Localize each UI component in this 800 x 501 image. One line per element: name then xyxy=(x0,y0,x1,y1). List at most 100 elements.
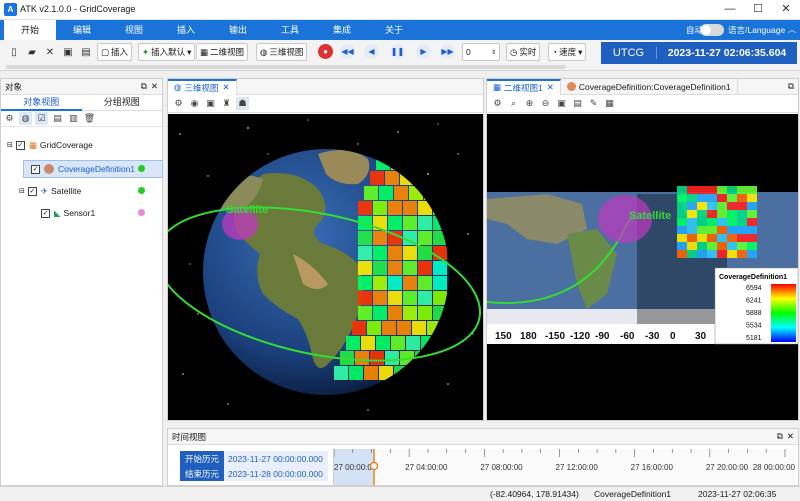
globe-canvas[interactable]: Satellite xyxy=(168,114,483,420)
settings-icon[interactable]: ⚙ xyxy=(172,97,185,110)
toolbar-scrollbar[interactable] xyxy=(6,65,566,69)
camera-icon[interactable]: ▣ xyxy=(204,97,217,110)
new-file-icon[interactable]: ▯ xyxy=(6,43,22,61)
zoom-in-icon[interactable]: ⊕ xyxy=(523,97,536,110)
eye-icon[interactable]: ◉ xyxy=(188,97,201,110)
tree-item-satellite[interactable]: ⊟ ✓ ✈ Satellite xyxy=(19,183,81,199)
lon-tick-label: 30 xyxy=(695,331,707,342)
grid-cell xyxy=(418,216,432,230)
settings-icon[interactable]: ⚙ xyxy=(3,112,16,125)
checkbox[interactable]: ✓ xyxy=(41,208,50,218)
menu-view[interactable]: 视图 xyxy=(108,20,160,40)
grid-cell xyxy=(687,250,697,258)
grid-cell xyxy=(421,156,435,170)
zoom-out-icon[interactable]: ⊖ xyxy=(539,97,552,110)
maximize-button[interactable]: ☐ xyxy=(744,0,772,20)
pattern-icon[interactable]: ▦ xyxy=(603,97,616,110)
zoom-fit-icon[interactable]: ⌕ xyxy=(507,97,520,110)
panel-close-icon[interactable]: ✕ xyxy=(787,431,794,442)
float-icon[interactable]: ⧉ xyxy=(788,81,794,92)
brush-icon[interactable]: ✎ xyxy=(587,97,600,110)
stop-button[interactable]: ● xyxy=(318,44,333,59)
float-icon[interactable]: ⧉ xyxy=(141,81,147,92)
cursor-coordinates: (-82.40964, 178.91434) xyxy=(490,489,579,499)
collapse-icon[interactable]: ︿ xyxy=(788,24,796,35)
menu-insert[interactable]: 插入 xyxy=(160,20,212,40)
view3d-button[interactable]: ◍ 三维视图 xyxy=(256,43,308,61)
grid-cell xyxy=(370,171,384,185)
grid-cell xyxy=(747,250,757,258)
minimize-button[interactable]: — xyxy=(716,0,744,20)
satellite-view-icon[interactable]: ♜ xyxy=(220,97,233,110)
view2d-button[interactable]: ▦ 二维视图 xyxy=(196,43,249,61)
delete-icon[interactable]: 🗑 xyxy=(83,112,96,125)
grid-cell xyxy=(379,186,393,200)
close-button[interactable]: ✕ xyxy=(772,0,800,20)
tab-view3d[interactable]: ◍ 三维视图 ✕ xyxy=(168,78,237,95)
menu-about[interactable]: 关于 xyxy=(368,20,420,40)
grid-cell xyxy=(406,336,420,350)
tree-item-sensor[interactable]: ✓ ◣ Sensor1 xyxy=(41,205,95,221)
rewind-button[interactable]: ◀◀ xyxy=(340,44,355,59)
autosave-toggle[interactable] xyxy=(700,24,724,36)
tab-group-view[interactable]: 分组视图 xyxy=(82,95,163,111)
save-as-icon[interactable]: ▤ xyxy=(78,43,94,61)
grid-cell xyxy=(737,234,747,242)
settings-icon[interactable]: ⚙ xyxy=(491,97,504,110)
earth-view-icon[interactable]: ☗ xyxy=(236,97,249,110)
save-icon[interactable]: ▣ xyxy=(60,43,76,61)
menu-output[interactable]: 输出 xyxy=(212,20,264,40)
timeline-track[interactable]: 27 00:00:00 27 04:00:00 27 08:00:00 27 12:0… xyxy=(333,449,796,485)
language-label[interactable]: 语言/Language xyxy=(728,24,785,36)
lon-tick-label: 180 xyxy=(520,331,537,342)
lon-tick-label: -90 xyxy=(595,331,610,342)
grid-cell xyxy=(349,366,363,380)
insert-default-button[interactable]: ✦ 插入默认 ▾ xyxy=(138,43,196,61)
play-button[interactable]: ▶ xyxy=(416,44,431,59)
step-back-button[interactable]: ◀ xyxy=(364,44,379,59)
tab-view2d[interactable]: ▦ 二维视图1 ✕ xyxy=(487,78,561,95)
grid-cell xyxy=(373,276,387,290)
step-input[interactable]: 0 ⇕ xyxy=(462,43,500,61)
checkbox[interactable]: ✓ xyxy=(31,164,40,174)
paste-icon[interactable]: ▥ xyxy=(67,112,80,125)
float-icon[interactable]: ⧉ xyxy=(777,431,783,442)
menu-edit[interactable]: 编辑 xyxy=(56,20,108,40)
checkbox[interactable]: ✓ xyxy=(27,186,37,196)
grid-cell xyxy=(747,234,757,242)
export-icon[interactable]: ▤ xyxy=(571,97,584,110)
realtime-button[interactable]: ◷ 实时 xyxy=(506,43,541,61)
pause-button[interactable]: ❚❚ xyxy=(390,44,405,59)
menu-tools[interactable]: 工具 xyxy=(264,20,316,40)
speed-button[interactable]: ◔ 速度 ▾ xyxy=(548,43,587,61)
tree-item-coverage[interactable]: ✓ CoverageDefinition1 xyxy=(31,161,135,177)
globe-filter-icon[interactable]: ◍ xyxy=(19,112,32,125)
check-all-icon[interactable]: ☑ xyxy=(35,112,48,125)
checkbox[interactable]: ✓ xyxy=(15,140,25,150)
grid-cell xyxy=(403,246,417,260)
tab-coverage-definition[interactable]: CoverageDefinition:CoverageDefinition1 xyxy=(561,78,738,95)
legend-value: 6241 xyxy=(746,298,762,305)
camera-icon[interactable]: ▣ xyxy=(555,97,568,110)
grid-cell xyxy=(727,250,737,258)
panel-close-icon[interactable]: ✕ xyxy=(151,81,158,92)
map-icon: ▦ xyxy=(493,82,502,92)
tab-object-view[interactable]: 对象视图 xyxy=(1,95,82,111)
open-folder-icon[interactable]: ▰ xyxy=(24,43,40,61)
status-bar: (-82.40964, 178.91434) CoverageDefinitio… xyxy=(0,486,800,501)
map-canvas[interactable]: Satellite 150 180 -150 -120 -90 -60 -30 0 30 Cov… xyxy=(487,114,798,420)
grid-cell xyxy=(418,261,432,275)
close-icon[interactable]: ✕ xyxy=(42,43,58,61)
copy-icon[interactable]: ▤ xyxy=(51,112,64,125)
tree-item-gridcoverage[interactable]: ⊟ ✓ ▦ GridCoverage xyxy=(7,137,93,153)
insert-button[interactable]: ▢ 插入 xyxy=(97,43,133,61)
cursor-handle[interactable] xyxy=(369,461,379,471)
window-title: ATK v2.1.0.0 - GridCoverage xyxy=(20,4,136,14)
menu-start[interactable]: 开始 xyxy=(4,20,56,40)
menu-integration[interactable]: 集成 xyxy=(316,20,368,40)
grid-cell xyxy=(376,156,390,170)
grid-cell xyxy=(427,321,441,335)
globe-svg: Satellite xyxy=(168,119,482,411)
grid-cell xyxy=(717,226,727,234)
fast-forward-button[interactable]: ▶▶ xyxy=(440,44,455,59)
